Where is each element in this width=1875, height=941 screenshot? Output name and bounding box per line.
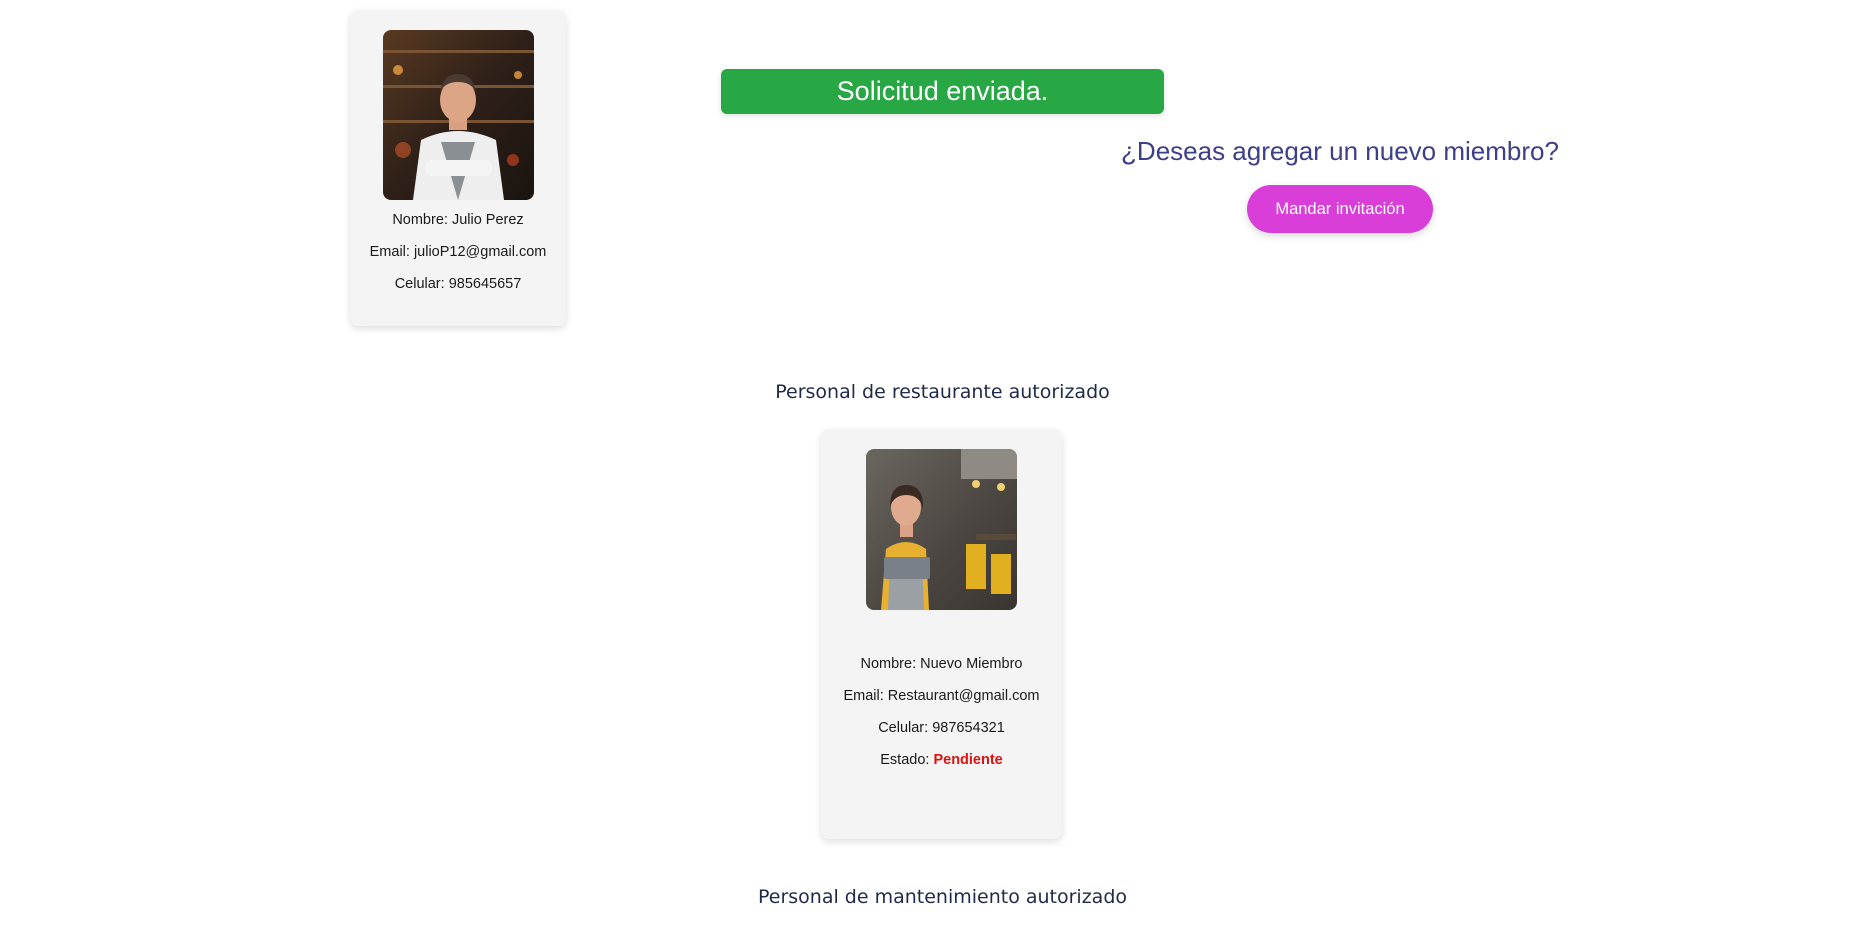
maintenance-staff-title: Personal de mantenimiento autorizado: [757, 886, 1128, 908]
member-status: Estado: Pendiente: [821, 744, 1062, 776]
invite-question: ¿Deseas agregar un nuevo miembro?: [1121, 136, 1559, 166]
owner-name: Nombre: Julio Perez: [392, 212, 524, 228]
member-status-value: Pendiente: [933, 752, 1003, 768]
member-email: Email: Restaurant@gmail.com: [843, 688, 1040, 704]
member-info: Nombre: Nuevo Miembro Email: Restaurant@…: [821, 648, 1062, 776]
owner-info: Nombre: Julio Perez Email: julioP12@gmai…: [350, 204, 566, 300]
member-photo: [866, 449, 1017, 610]
owner-phone: Celular: 985645657: [394, 276, 522, 292]
member-card: Nombre: Nuevo Miembro Email: Restaurant@…: [821, 429, 1062, 839]
owner-card: Nombre: Julio Perez Email: julioP12@gmai…: [350, 10, 566, 326]
success-banner: Solicitud enviada.: [721, 69, 1164, 114]
page: Nombre: Julio Perez Email: julioP12@gmai…: [0, 0, 1875, 941]
send-invitation-button[interactable]: Mandar invitación: [1247, 185, 1433, 233]
member-phone: Celular: 987654321: [878, 720, 1005, 736]
member-status-label: Estado:: [880, 752, 930, 768]
restaurant-staff-title: Personal de restaurante autorizado: [775, 381, 1110, 403]
owner-email: Email: julioP12@gmail.com: [369, 244, 547, 260]
member-name: Nombre: Nuevo Miembro: [860, 656, 1023, 672]
owner-photo: [382, 30, 534, 200]
